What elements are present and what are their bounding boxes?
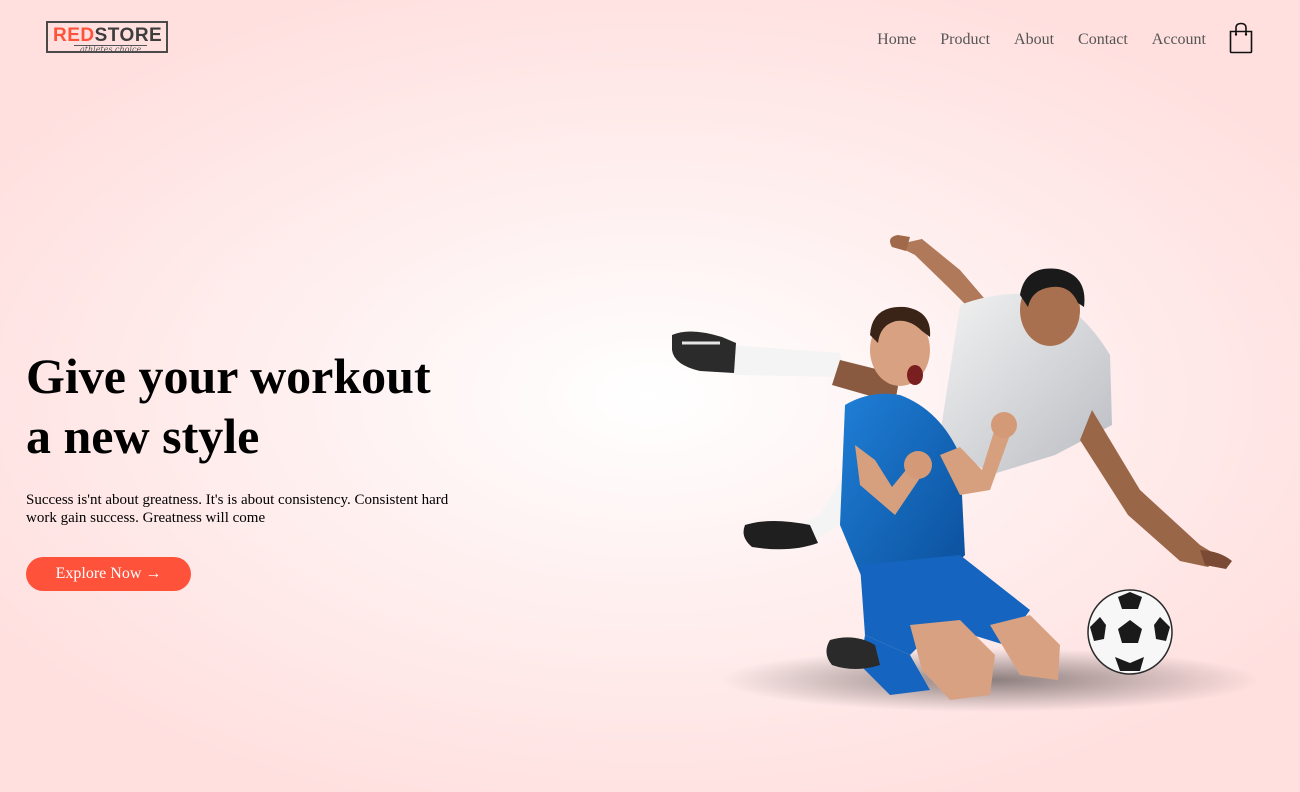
- hero-title: Give your workout a new style: [26, 346, 486, 466]
- hero-title-line-2: a new style: [26, 408, 260, 464]
- nav-product[interactable]: Product: [940, 30, 990, 50]
- football: [1087, 589, 1173, 675]
- shopping-bag-icon[interactable]: [1228, 22, 1254, 54]
- nav-home[interactable]: Home: [877, 30, 916, 50]
- brand-name: REDSTORE: [53, 25, 162, 47]
- shopping-bag-icon-graphic: [1229, 22, 1253, 54]
- brand-name-red: RED: [53, 25, 95, 46]
- brand-tagline: athletes choice: [74, 45, 148, 54]
- brand-logo[interactable]: REDSTORE athletes choice: [46, 21, 168, 54]
- main-nav: Home Product About Contact Account: [853, 30, 1206, 50]
- hero-title-line-1: Give your workout: [26, 348, 431, 404]
- nav-account[interactable]: Account: [1152, 30, 1206, 50]
- brand-name-dark: STORE: [94, 25, 163, 46]
- hero-football-players-image: [672, 235, 1260, 712]
- nav-contact[interactable]: Contact: [1078, 30, 1128, 50]
- explore-now-button[interactable]: Explore Now →: [26, 557, 191, 591]
- nav-about[interactable]: About: [1014, 30, 1054, 50]
- hero-subtitle: Success is'nt about greatness. It's is a…: [26, 492, 449, 526]
